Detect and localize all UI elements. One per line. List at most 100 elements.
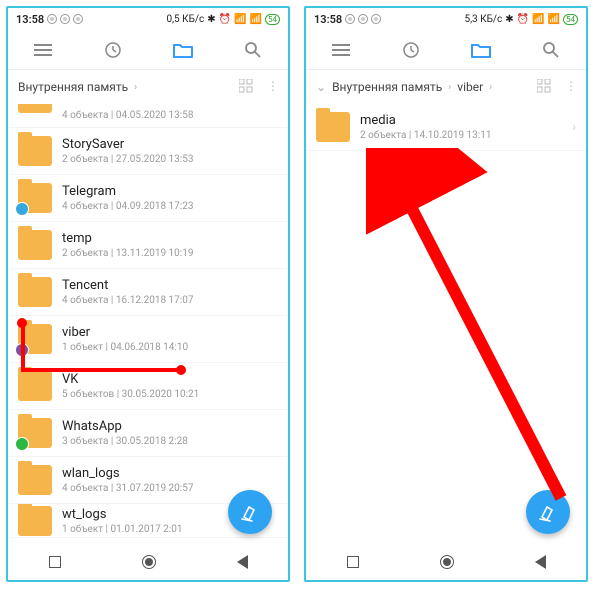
signal-icon: 📶: [532, 14, 544, 25]
net-speed: 0,5 КБ/с: [166, 14, 204, 25]
folder-icon: [316, 112, 350, 142]
list-item[interactable]: VK 5 объектов | 30.05.2020 10:21: [8, 363, 288, 410]
chevron-right-icon: ›: [134, 82, 137, 93]
list-item[interactable]: Telegram 4 объекта | 04.09.2018 17:23: [8, 175, 288, 222]
recents-button[interactable]: [49, 556, 61, 568]
item-name: wt_logs: [62, 507, 182, 522]
back-button[interactable]: [535, 555, 546, 569]
folder-icon: [18, 324, 52, 354]
item-name: WhatsApp: [62, 419, 188, 434]
recent-icon[interactable]: [103, 40, 123, 60]
folder-list: 4 объекта | 04.05.2020 13:58 StorySaver …: [8, 104, 288, 544]
status-dot-icon: [345, 14, 355, 24]
folder-icon: [18, 506, 52, 536]
clock: 13:58: [314, 13, 342, 26]
chevron-right-icon: ›: [448, 82, 451, 93]
list-item-viber[interactable]: viber 1 объект | 04.06.2018 14:10: [8, 316, 288, 363]
status-bar: 13:58 0,5 КБ/с ✱ ⏰ 📶 📶 54: [8, 8, 288, 30]
item-meta: 2 объекта | 13.11.2019 10:19: [62, 248, 193, 259]
breadcrumb-root[interactable]: Внутренняя память: [332, 80, 442, 94]
status-dot-icon: [47, 14, 57, 24]
item-name: viber: [62, 325, 188, 340]
chevron-right-icon: ›: [572, 120, 576, 134]
android-navbar: [8, 544, 288, 580]
breadcrumb-sub[interactable]: viber: [457, 80, 483, 94]
home-button[interactable]: [142, 555, 156, 569]
list-item[interactable]: WhatsApp 3 объекта | 30.05.2018 2:28: [8, 410, 288, 457]
grid-view-icon[interactable]: [537, 79, 551, 96]
item-name: VK: [62, 372, 199, 387]
clock: 13:58: [16, 13, 44, 26]
list-item[interactable]: StorySaver 2 объекта | 27.05.2020 13:53: [8, 128, 288, 175]
folder-icon: [18, 230, 52, 260]
search-icon[interactable]: [541, 40, 561, 60]
folder-icon: [18, 465, 52, 495]
folder-icon: [18, 183, 52, 213]
more-icon[interactable]: ⋮: [565, 79, 576, 96]
top-tabs: [8, 30, 288, 70]
recent-icon[interactable]: [401, 40, 421, 60]
status-dot-icon: [73, 14, 83, 24]
item-name: media: [360, 113, 491, 128]
chevron-right-icon: ›: [489, 82, 492, 93]
clean-fab-button[interactable]: [228, 490, 272, 534]
chevron-down-icon[interactable]: ⌄: [316, 80, 326, 94]
whatsapp-badge-icon: [15, 437, 29, 451]
status-dot-icon: [371, 14, 381, 24]
home-button[interactable]: [440, 555, 454, 569]
item-meta: 4 объекта | 16.12.2018 17:07: [62, 295, 193, 306]
status-dot-icon: [60, 14, 70, 24]
item-meta: 2 объекта | 14.10.2019 13:11: [360, 130, 491, 141]
item-name: Tencent: [62, 278, 193, 293]
list-item[interactable]: temp 2 объекта | 13.11.2019 10:19: [8, 222, 288, 269]
breadcrumb[interactable]: Внутренняя память › ⋮: [8, 70, 288, 104]
viber-badge-icon: [15, 343, 29, 357]
item-meta: 3 объекта | 30.05.2018 2:28: [62, 436, 188, 447]
item-name: StorySaver: [62, 137, 193, 152]
item-name: temp: [62, 231, 193, 246]
recents-button[interactable]: [347, 556, 359, 568]
item-meta: 5 объектов | 30.05.2020 10:21: [62, 389, 199, 400]
folder-icon: [18, 136, 52, 166]
back-button[interactable]: [237, 555, 248, 569]
search-icon[interactable]: [243, 40, 263, 60]
item-meta: 4 объекта | 04.09.2018 17:23: [62, 201, 193, 212]
list-item-media[interactable]: media 2 объекта | 14.10.2019 13:11 ›: [306, 104, 586, 151]
battery-icon: 54: [563, 14, 578, 25]
folder-list: media 2 объекта | 14.10.2019 13:11 ›: [306, 104, 586, 544]
signal-icon: 📶: [234, 14, 246, 25]
more-icon[interactable]: ⋮: [267, 79, 278, 96]
bluetooth-icon: ✱: [207, 14, 215, 25]
list-item[interactable]: 4 объекта | 04.05.2020 13:58: [8, 104, 288, 128]
item-meta: 1 объект | 04.06.2018 14:10: [62, 342, 188, 353]
breadcrumb[interactable]: ⌄ Внутренняя память › viber › ⋮: [306, 70, 586, 104]
wifi-icon: 📶: [250, 14, 262, 25]
item-meta: 4 объекта | 04.05.2020 13:58: [62, 110, 193, 121]
clean-fab-button[interactable]: [526, 490, 570, 534]
breadcrumb-root[interactable]: Внутренняя память: [18, 80, 128, 94]
folder-icon: [18, 418, 52, 448]
item-meta: 4 объекта | 31.07.2019 20:57: [62, 483, 193, 494]
item-meta: 1 объект | 01.01.2017 2:01: [62, 524, 182, 535]
item-name: Telegram: [62, 184, 193, 199]
folder-tab-icon[interactable]: [471, 40, 491, 60]
wifi-icon: 📶: [548, 14, 560, 25]
list-item[interactable]: Tencent 4 объекта | 16.12.2018 17:07: [8, 269, 288, 316]
menu-icon[interactable]: [33, 40, 53, 60]
right-phone: 13:58 5,3 КБ/с ✱ ⏰ 📶 📶 54 ⌄ Внутренняя п: [304, 6, 588, 582]
bluetooth-icon: ✱: [505, 14, 513, 25]
folder-icon: [18, 371, 52, 401]
telegram-badge-icon: [15, 202, 29, 216]
status-bar: 13:58 5,3 КБ/с ✱ ⏰ 📶 📶 54: [306, 8, 586, 30]
grid-view-icon[interactable]: [239, 79, 253, 96]
folder-tab-icon[interactable]: [173, 40, 193, 60]
alarm-icon: ⏰: [517, 14, 529, 25]
alarm-icon: ⏰: [219, 14, 231, 25]
android-navbar: [306, 544, 586, 580]
folder-icon: [18, 277, 52, 307]
item-meta: 2 объекта | 27.05.2020 13:53: [62, 154, 193, 165]
battery-icon: 54: [265, 14, 280, 25]
top-tabs: [306, 30, 586, 70]
item-name: wlan_logs: [62, 466, 193, 481]
menu-icon[interactable]: [331, 40, 351, 60]
